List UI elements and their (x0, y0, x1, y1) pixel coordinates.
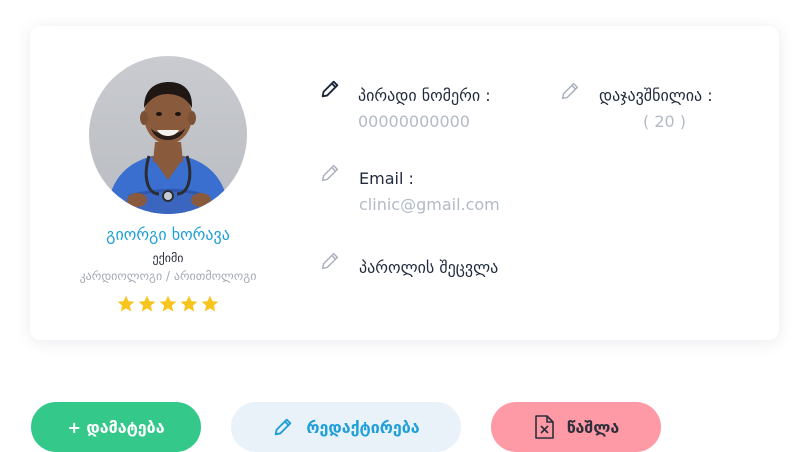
star-icon (117, 295, 135, 312)
personal-number-value: 00000000000 (358, 112, 470, 131)
email-value: clinic@gmail.com (359, 195, 500, 214)
file-x-icon (533, 414, 555, 440)
bookings-count: ( 20 ) (643, 112, 687, 131)
pencil-icon[interactable] (559, 80, 581, 102)
personal-number-label: პირადი ნომერი : (358, 86, 491, 105)
pencil-icon[interactable] (319, 162, 341, 184)
edit-button-label: რედაქტირება (306, 417, 420, 437)
star-icon (201, 295, 219, 312)
pencil-icon (272, 416, 294, 438)
change-password-link[interactable]: პაროლის შეცვლა (359, 258, 498, 277)
add-button[interactable]: + დამატება (31, 402, 201, 452)
email-label: Email : (359, 169, 414, 188)
rating-stars (60, 294, 276, 314)
doctor-avatar (89, 56, 247, 214)
doctor-specialty: კარდიოლოგი / არითმოლოგი (79, 269, 257, 283)
star-icon (138, 295, 156, 312)
bookings-label: დაჯავშნილია : (599, 86, 713, 105)
pencil-icon[interactable] (319, 78, 341, 100)
doctor-role: ექიმი (152, 251, 184, 265)
edit-button[interactable]: რედაქტირება (231, 402, 461, 452)
delete-button[interactable]: წაშლა (491, 402, 661, 452)
add-button-label: + დამატება (67, 417, 165, 437)
pencil-icon[interactable] (319, 250, 341, 272)
star-icon (180, 295, 198, 312)
delete-button-label: წაშლა (566, 417, 620, 437)
doctor-name: გიორგი ხორავა (106, 225, 230, 244)
star-icon (159, 295, 177, 312)
